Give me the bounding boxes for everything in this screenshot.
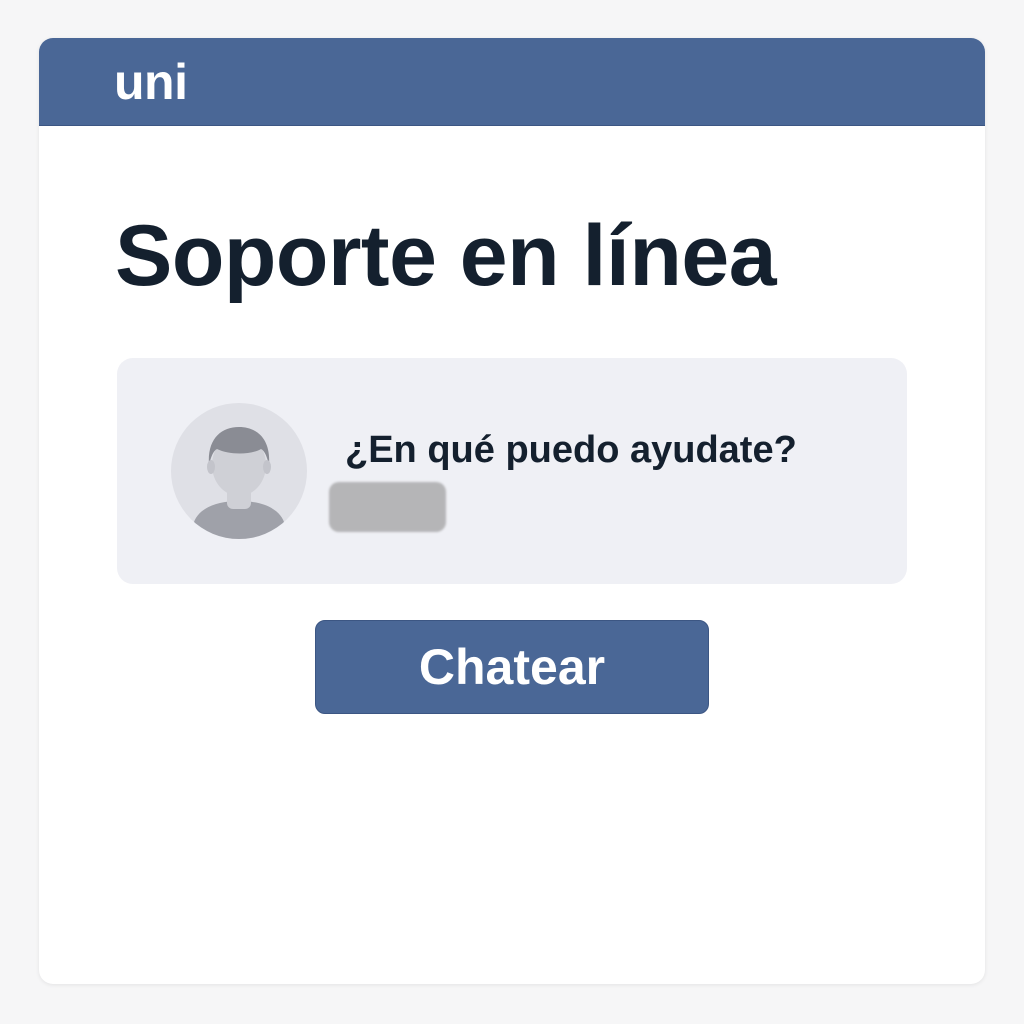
support-window: uni Soporte en línea ¿En qué puedo ayuda…: [39, 38, 985, 984]
header-bar: uni: [39, 38, 985, 126]
page-title: Soporte en línea: [115, 208, 777, 304]
redacted-placeholder: [329, 482, 446, 532]
brand-logo[interactable]: uni: [114, 54, 188, 110]
chat-preview-card: ¿En qué puedo ayudate?: [117, 358, 907, 584]
user-avatar-icon: [171, 403, 307, 539]
chat-button[interactable]: Chatear: [315, 620, 709, 714]
chat-message: ¿En qué puedo ayudate?: [345, 429, 797, 471]
